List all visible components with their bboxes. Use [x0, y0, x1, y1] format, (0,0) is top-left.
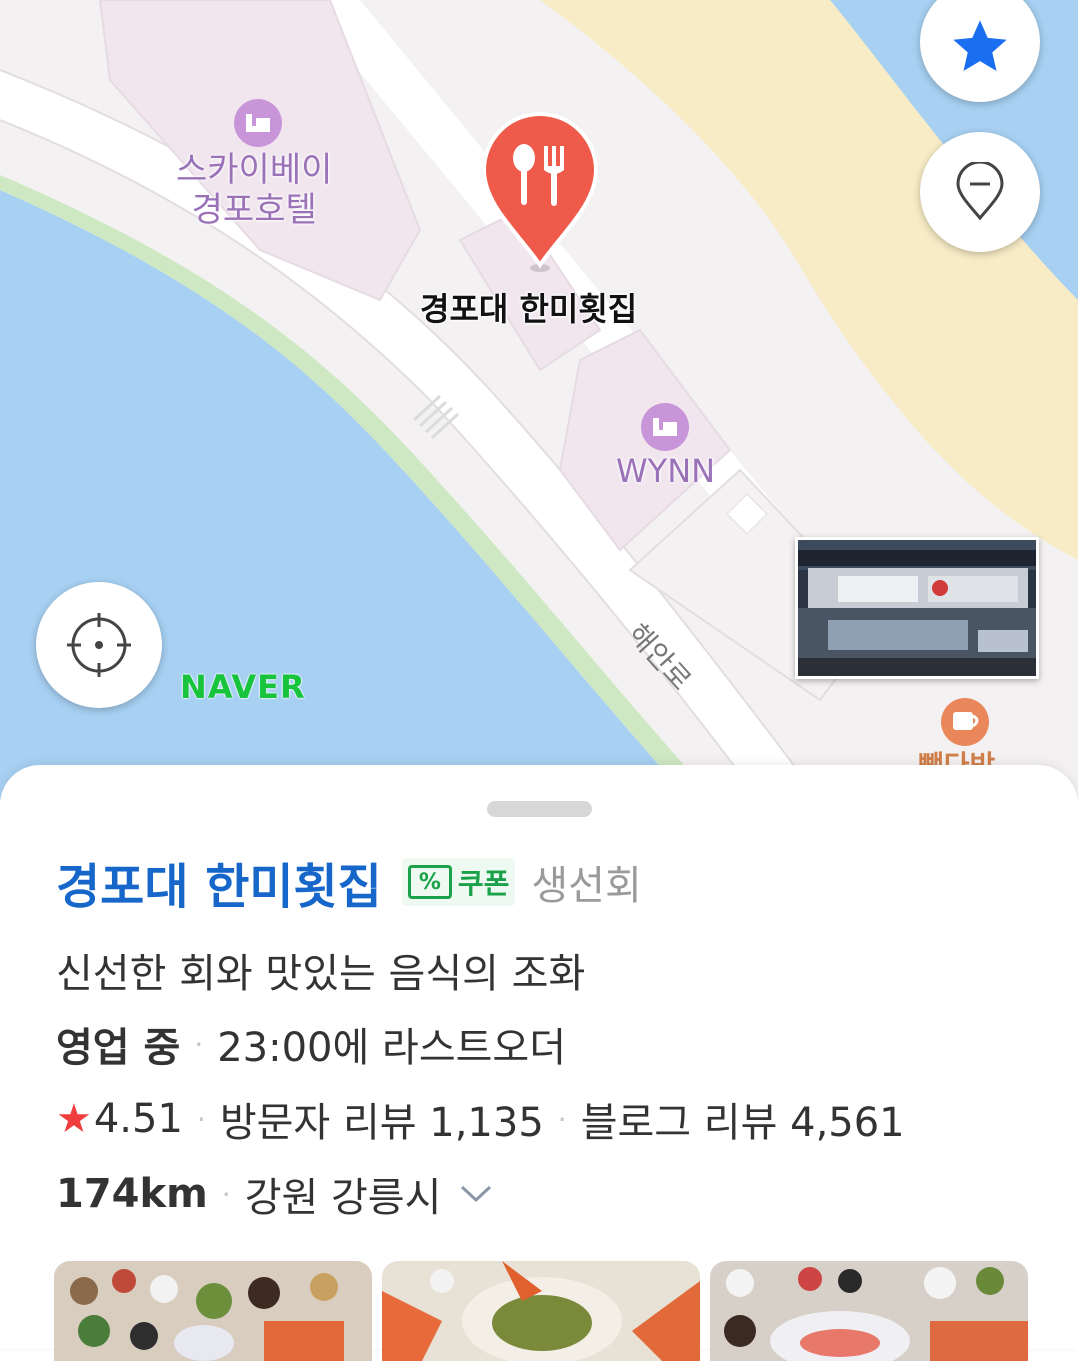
my-location-button[interactable]	[36, 582, 162, 708]
last-order-time: 23:00에 라스트오더	[217, 1025, 567, 1071]
coupon-icon: %	[407, 865, 452, 899]
distance: 174km	[56, 1171, 208, 1217]
rating-star-icon: ★	[56, 1096, 92, 1142]
pin-button[interactable]	[920, 132, 1040, 252]
naver-logo: NAVER	[180, 668, 306, 706]
title-row: 경포대 한미횟집 % 쿠폰 생선회	[56, 847, 642, 917]
separator-dot: ·	[194, 1027, 204, 1061]
rating-row: ★ 4.51 · 방문자 리뷰 1,135 · 블로그 리뷰 4,561	[56, 1090, 905, 1148]
place-description: 신선한 회와 맛있는 음식의 조화	[56, 951, 586, 997]
restaurant-marker[interactable]	[480, 110, 600, 275]
pin-minus-icon	[956, 162, 1004, 221]
blog-reviews-link[interactable]: 블로그 리뷰 4,561	[581, 1090, 905, 1148]
address-row[interactable]: 174km · 강원 강릉시	[56, 1165, 493, 1223]
street-view-image	[798, 540, 1036, 676]
place-title[interactable]: 경포대 한미횟집	[56, 847, 382, 917]
map-view[interactable]: 경포대 한미횟집 스카이베이 경포호텔 WYNN 해안로 빽다방	[0, 0, 1078, 800]
chevron-down-icon[interactable]	[459, 1184, 493, 1204]
visitor-reviews-link[interactable]: 방문자 리뷰 1,135	[220, 1090, 544, 1148]
map-hotel-label[interactable]: 스카이베이 경포호텔	[176, 150, 332, 230]
place-photo[interactable]	[382, 1261, 700, 1361]
address: 강원 강릉시	[244, 1175, 442, 1221]
place-photo[interactable]	[54, 1261, 372, 1361]
map-wynn-label[interactable]: WYNN	[616, 452, 715, 490]
separator-dot: ·	[557, 1102, 567, 1136]
bed-icon	[234, 99, 282, 147]
hotel-name-line1: 스카이베이	[176, 150, 333, 190]
bed-icon	[641, 403, 689, 451]
star-icon	[953, 20, 1007, 71]
business-status: 영업 중	[56, 1025, 181, 1071]
photo-strip[interactable]	[54, 1261, 1028, 1361]
map-place-label[interactable]: 경포대 한미횟집	[420, 284, 637, 330]
separator-dot: ·	[221, 1177, 231, 1211]
rating-value: 4.51	[93, 1096, 183, 1142]
separator-dot: ·	[196, 1102, 206, 1136]
coupon-badge[interactable]: % 쿠폰	[401, 858, 516, 906]
place-category: 생선회	[531, 863, 642, 909]
street-view-thumbnail[interactable]	[795, 537, 1039, 679]
restaurant-icon	[481, 112, 599, 272]
coupon-label: 쿠폰	[457, 867, 510, 900]
hours-row[interactable]: 영업 중 · 23:00에 라스트오더	[56, 1015, 566, 1073]
place-bottom-sheet[interactable]: 경포대 한미횟집 % 쿠폰 생선회 신선한 회와 맛있는 음식의 조화 영업 중…	[0, 765, 1078, 1361]
sheet-drag-handle[interactable]	[487, 801, 592, 817]
hotel-name-line2: 경포호텔	[191, 190, 317, 230]
locate-icon	[67, 613, 131, 677]
place-photo[interactable]	[710, 1261, 1028, 1361]
coffee-icon	[941, 698, 989, 746]
